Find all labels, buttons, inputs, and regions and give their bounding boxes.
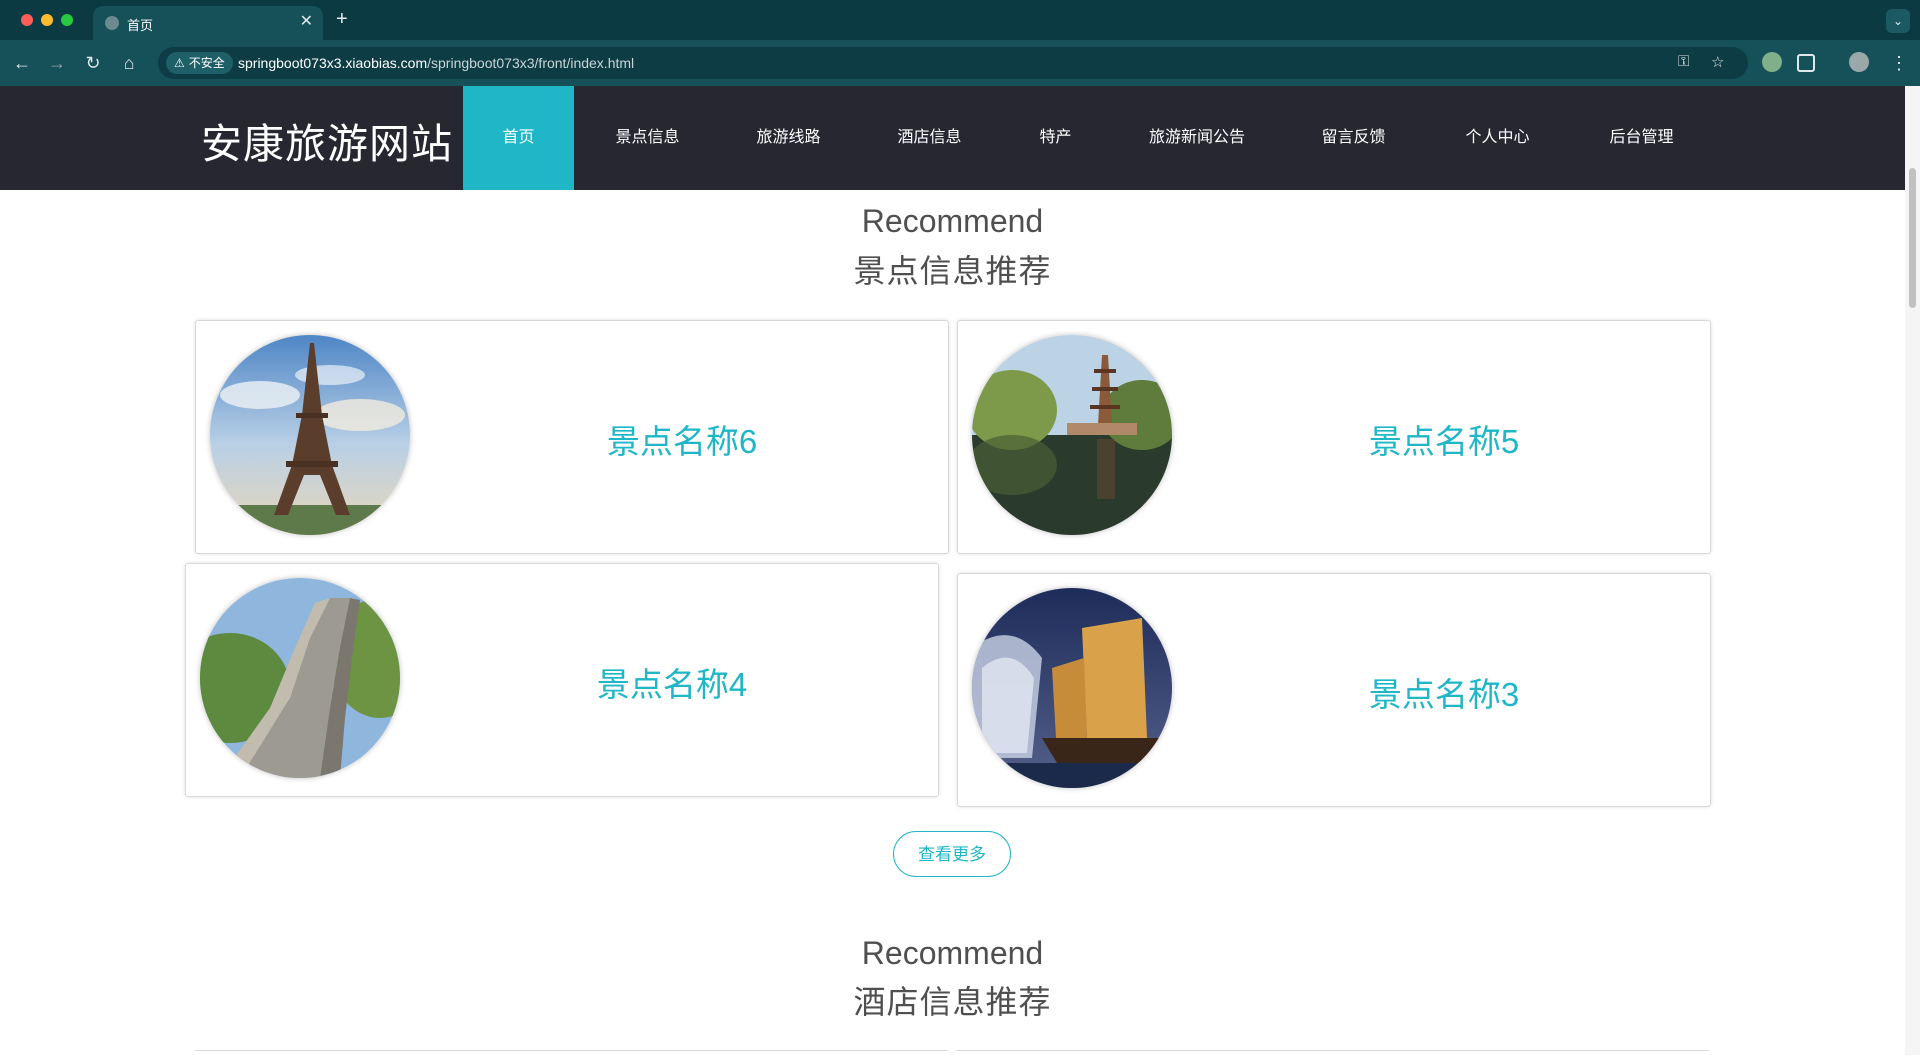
forward-icon[interactable]: →: [45, 51, 69, 75]
site-header: 安康旅游网站 首页 景点信息 旅游线路 酒店信息 特产 旅游新闻公告 留言反馈 …: [0, 86, 1905, 190]
site-title: 安康旅游网站: [201, 121, 453, 167]
nav-specialties[interactable]: 特产: [1013, 86, 1098, 190]
section-subtitle-en: Recommend: [861, 935, 1044, 971]
nav-admin[interactable]: 后台管理: [1584, 86, 1699, 190]
browser-toolbar: ← → ↻ ⌂ ⚠ 不安全 springboot073x3.xiaobias.co…: [0, 40, 1920, 86]
key-icon[interactable]: ⚿: [1678, 53, 1689, 70]
nav-user-center[interactable]: 个人中心: [1440, 86, 1555, 190]
nav-hotels[interactable]: 酒店信息: [872, 86, 987, 190]
attraction-name[interactable]: 景点名称6: [416, 415, 948, 463]
home-icon[interactable]: ⌂: [117, 51, 141, 75]
junk-boat-image[interactable]: [972, 588, 1172, 788]
nav-attractions[interactable]: 景点信息: [590, 86, 705, 190]
new-tab-button[interactable]: +: [336, 8, 348, 30]
browser-tab[interactable]: 首页 ✕: [93, 6, 323, 40]
more-menu-icon[interactable]: ⋮: [1887, 51, 1911, 75]
view-more-button[interactable]: 查看更多: [893, 831, 1011, 877]
section-subtitle-en: Recommend: [861, 203, 1044, 239]
url-text[interactable]: springboot073x3.xiaobias.com/springboot0…: [238, 55, 634, 71]
address-bar[interactable]: ⚠ 不安全 springboot073x3.xiaobias.com/spring…: [158, 47, 1748, 79]
minimize-window-button[interactable]: [41, 14, 53, 26]
nav-routes[interactable]: 旅游线路: [731, 86, 846, 190]
globe-icon: [105, 16, 119, 30]
url-path: /springboot073x3/front/index.html: [427, 55, 635, 71]
attraction-name[interactable]: 景点名称4: [406, 658, 938, 706]
pagoda-lake-image[interactable]: [972, 335, 1172, 535]
attraction-name[interactable]: 景点名称5: [1178, 415, 1710, 463]
reload-icon[interactable]: ↻: [81, 51, 105, 75]
tab-title: 首页: [127, 18, 154, 33]
profile-avatar[interactable]: [1849, 52, 1869, 72]
attraction-name[interactable]: 景点名称3: [1178, 668, 1710, 716]
page-scrollbar[interactable]: [1905, 86, 1920, 1055]
puzzle-icon[interactable]: [1797, 54, 1815, 72]
section-title: 酒店信息推荐: [853, 984, 1052, 1020]
attraction-card[interactable]: 景点名称6: [195, 320, 949, 554]
attraction-card[interactable]: 景点名称4: [185, 563, 939, 797]
maximize-window-button[interactable]: [61, 14, 73, 26]
warning-icon: ⚠: [174, 56, 185, 70]
nav-home[interactable]: 首页: [463, 86, 574, 190]
scrollbar-thumb[interactable]: [1909, 168, 1916, 308]
great-wall-image[interactable]: [200, 578, 400, 778]
eiffel-tower-image[interactable]: [210, 335, 410, 535]
nav-feedback[interactable]: 留言反馈: [1296, 86, 1411, 190]
section-title: 景点信息推荐: [853, 253, 1052, 289]
insecure-label: 不安全: [188, 56, 225, 70]
tab-close-icon[interactable]: ✕: [300, 13, 313, 31]
browser-tab-bar: 首页 ✕ + ⌄: [0, 0, 1920, 40]
close-window-button[interactable]: [21, 14, 33, 26]
bookmark-star-icon[interactable]: ☆: [1711, 53, 1724, 71]
extension-icon[interactable]: [1762, 52, 1782, 72]
attraction-card[interactable]: 景点名称3: [957, 573, 1711, 807]
nav-news[interactable]: 旅游新闻公告: [1132, 86, 1262, 190]
back-icon[interactable]: ←: [10, 51, 34, 75]
url-host: springboot073x3.xiaobias.com: [238, 55, 428, 71]
attraction-card[interactable]: 景点名称5: [957, 320, 1711, 554]
security-indicator[interactable]: ⚠ 不安全: [166, 52, 233, 74]
tab-search-button[interactable]: ⌄: [1886, 9, 1910, 33]
